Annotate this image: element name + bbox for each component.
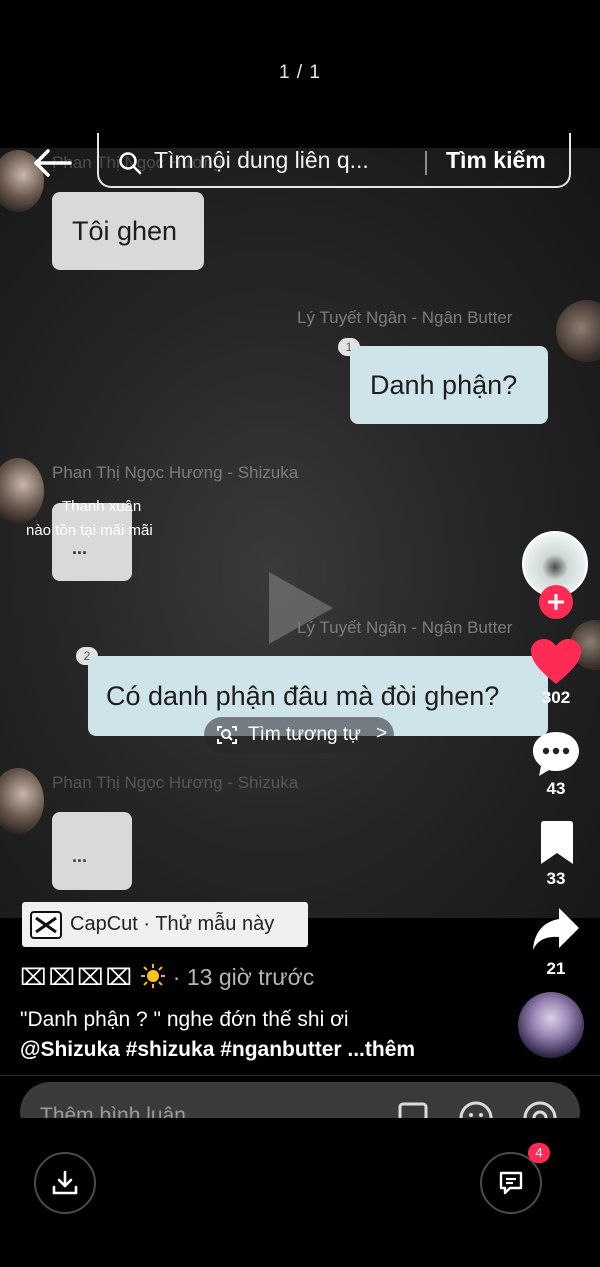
capcut-logo-icon <box>30 911 62 939</box>
avatar <box>0 768 44 834</box>
caption-hashtags[interactable]: @Shizuka #shizuka #nganbutter ...thêm <box>20 1038 415 1062</box>
notification-badge: 4 <box>528 1143 550 1163</box>
back-arrow-icon[interactable] <box>30 148 74 178</box>
image-counter: 1 / 1 <box>279 62 321 83</box>
post-time: · 13 giờ trước <box>172 964 315 990</box>
sender-name: Lý Tuyết Ngân - Ngân Butter <box>297 618 513 637</box>
message-text: Tôi ghen <box>72 216 178 246</box>
comment-icon[interactable] <box>531 730 581 778</box>
sender-name: Phan Thị Ngọc Hương - Shizuka <box>52 463 299 482</box>
search-icon <box>119 152 142 175</box>
scan-icon <box>217 726 237 744</box>
divider <box>0 1075 600 1076</box>
bookmark-icon[interactable] <box>538 820 576 866</box>
avatar <box>556 300 600 362</box>
search-button[interactable]: Tìm kiếm <box>446 147 546 174</box>
like-count: 302 <box>541 688 571 707</box>
avatar <box>0 458 44 524</box>
plus-icon <box>548 594 564 610</box>
chat-bubble-icon <box>499 1171 523 1195</box>
sun-icon <box>141 964 166 988</box>
sender-name: Lý Tuyết Ngân - Ngân Butter <box>297 308 513 327</box>
download-button[interactable] <box>34 1152 96 1214</box>
search-divider <box>425 151 427 175</box>
find-similar-button[interactable]: Tìm tương tự > <box>204 717 394 753</box>
message-text: ... <box>72 846 88 866</box>
message-text: ... <box>72 538 88 558</box>
capcut-label[interactable]: CapCut · Thử mẫu này <box>70 913 274 936</box>
message-bubble <box>52 812 132 890</box>
author-name[interactable]: ⌧⌧⌧⌧ <box>20 964 134 990</box>
find-similar-label: Tìm tương tự <box>248 724 361 745</box>
save-count: 33 <box>546 869 566 888</box>
share-count: 21 <box>546 959 566 978</box>
search-input[interactable]: Tìm nội dung liên q... <box>154 147 369 174</box>
music-disc-avatar[interactable] <box>518 992 584 1058</box>
share-icon[interactable] <box>531 906 581 952</box>
follow-button[interactable] <box>539 585 573 619</box>
message-text: Danh phận? <box>370 370 518 400</box>
comment-count: 43 <box>546 779 566 798</box>
chevron-right-icon: > <box>376 723 388 744</box>
download-icon <box>52 1170 78 1195</box>
text-sticker-line: nào tồn tại mãi mãi <box>26 522 153 539</box>
message-text: Có danh phận đâu mà đòi ghen? <box>106 681 500 711</box>
caption-text: "Danh phận ? " nghe đớn thế shi ơi <box>20 1008 349 1031</box>
author-line[interactable]: ⌧⌧⌧⌧ · 13 giờ trước <box>20 963 314 991</box>
video-frame[interactable]: Phan Thị Ngọc Hương Tôi ghen Lý Tuyết Ng… <box>0 148 600 918</box>
sender-name: Phan Thị Ngọc Hương - Shizuka <box>52 773 299 792</box>
text-sticker-line: Thanh xuân <box>62 498 142 515</box>
heart-icon[interactable] <box>530 638 582 686</box>
